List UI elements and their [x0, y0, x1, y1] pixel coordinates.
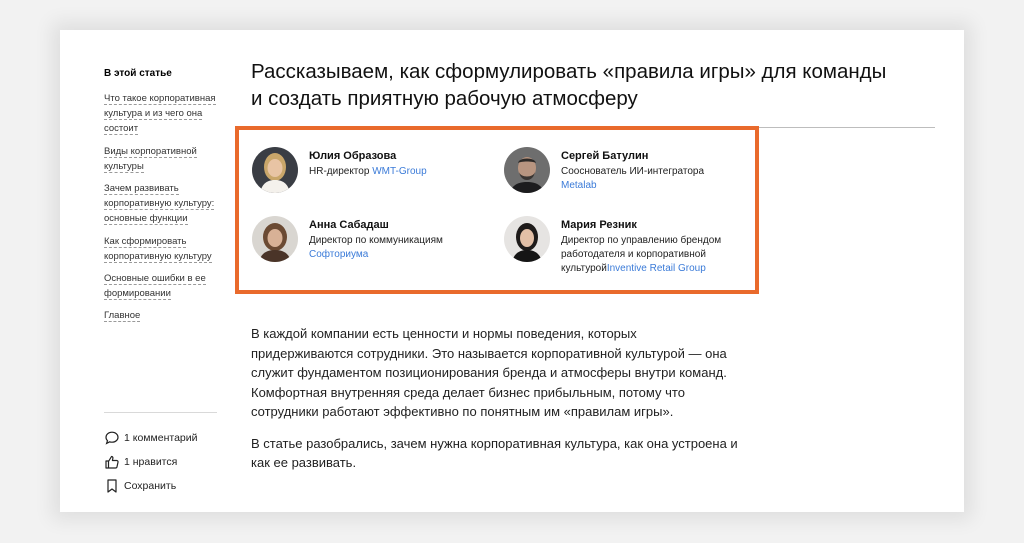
paragraph: В каждой компании есть ценности и нормы …	[251, 326, 727, 419]
thumbs-up-icon	[105, 455, 119, 469]
table-of-contents: Что такое корпоративная культура и из че…	[104, 91, 224, 331]
toc-link[interactable]: Основные ошибки в ее формировании	[104, 273, 206, 301]
expert-card: Мария Резник Директор по управлению брен…	[504, 216, 747, 276]
expert-name: Сергей Батулин	[561, 150, 649, 162]
expert-card: Сергей Батулин Сооснователь ИИ-интеграто…	[504, 147, 704, 193]
likes-label: 1 нравится	[124, 456, 178, 468]
comments-button[interactable]: 1 комментарий	[104, 426, 198, 450]
expert-role: Сооснователь ИИ-интегратора Metalab	[561, 166, 705, 191]
paragraph: В статье разобрались, зачем нужна корпор…	[251, 435, 738, 471]
toc-item[interactable]: Основные ошибки в ее формировании	[104, 271, 224, 301]
bookmark-icon	[107, 479, 117, 493]
expert-role: Директор по коммуникациям Софториума	[309, 235, 443, 260]
person-photo-icon	[252, 147, 298, 193]
person-photo-icon	[504, 216, 550, 262]
comment-icon	[105, 431, 119, 445]
comments-label: 1 комментарий	[124, 432, 198, 444]
expert-avatar	[252, 216, 298, 262]
article-body: В каждой компании есть ценности и нормы …	[251, 324, 741, 485]
person-photo-icon	[252, 216, 298, 262]
sidebar-divider	[104, 412, 217, 413]
toc-item[interactable]: Что такое корпоративная культура и из че…	[104, 91, 224, 137]
expert-name: Юлия Образова	[309, 150, 397, 162]
toc-link[interactable]: Зачем развивать корпоративную культуру: …	[104, 183, 215, 226]
expert-company-link[interactable]: WMT-Group	[372, 166, 426, 177]
expert-card: Юлия Образова HR-директор WMT-Group	[252, 147, 427, 193]
toc-link[interactable]: Главное	[104, 310, 141, 323]
toc-link[interactable]: Что такое корпоративная культура и из че…	[104, 93, 216, 136]
like-button[interactable]: 1 нравится	[104, 450, 198, 474]
toc-link[interactable]: Как сформировать корпоративную культуру	[104, 235, 212, 263]
expert-role: Директор по управлению брендом работодат…	[561, 235, 722, 274]
toc-item[interactable]: Зачем развивать корпоративную культуру: …	[104, 181, 224, 227]
experts-block: Юлия Образова HR-директор WMT-Group Серг…	[235, 126, 759, 294]
expert-avatar	[252, 147, 298, 193]
save-label: Сохранить	[124, 480, 177, 492]
person-photo-icon	[504, 147, 550, 193]
expert-company-link[interactable]: Metalab	[561, 180, 597, 191]
toc-title: В этой статье	[104, 68, 172, 79]
expert-company-link[interactable]: Inventive Retail Group	[607, 263, 706, 274]
expert-avatar	[504, 216, 550, 262]
expert-name: Анна Сабадаш	[309, 219, 389, 231]
article-actions: 1 комментарий 1 нравится Сохранить	[104, 426, 198, 498]
article-page: В этой статье Что такое корпоративная ку…	[60, 30, 964, 512]
toc-link[interactable]: Виды корпоративной культуры	[104, 145, 197, 173]
save-button[interactable]: Сохранить	[104, 474, 198, 498]
toc-item[interactable]: Как сформировать корпоративную культуру	[104, 234, 224, 264]
expert-role: HR-директор WMT-Group	[309, 166, 427, 177]
article-title: Рассказываем, как сформулировать «правил…	[251, 60, 887, 110]
expert-name: Мария Резник	[561, 219, 637, 231]
toc-item[interactable]: Виды корпоративной культуры	[104, 144, 224, 174]
expert-card: Анна Сабадаш Директор по коммуникациям Со…	[252, 216, 443, 262]
toc-item[interactable]: Главное	[104, 308, 224, 323]
expert-company-link[interactable]: Софториума	[309, 249, 368, 260]
expert-avatar	[504, 147, 550, 193]
